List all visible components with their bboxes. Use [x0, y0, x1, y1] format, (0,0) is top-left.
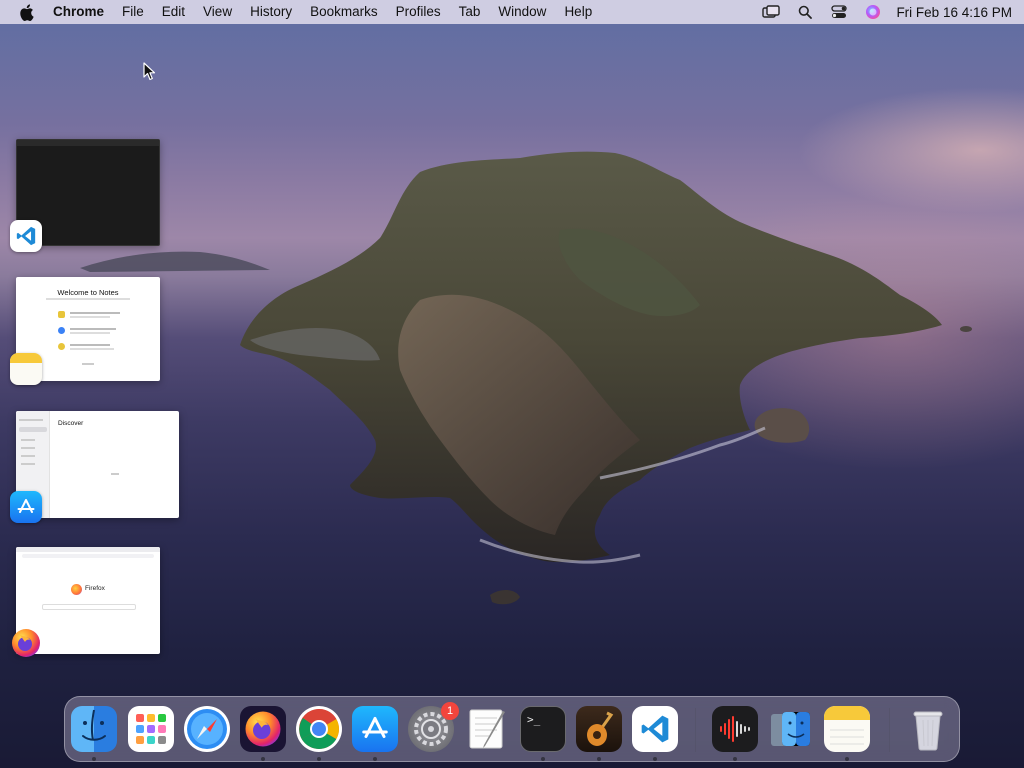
menu-history[interactable]: History	[241, 0, 301, 24]
running-indicator	[845, 757, 849, 761]
running-indicator	[653, 757, 657, 761]
running-indicator	[317, 757, 321, 761]
menu-bookmarks[interactable]: Bookmarks	[301, 0, 387, 24]
terminal-prompt-icon: >_	[527, 713, 541, 726]
siri-icon[interactable]	[856, 0, 890, 24]
mouse-pointer-icon	[143, 62, 156, 81]
menu-clock[interactable]: Fri Feb 16 4:16 PM	[896, 5, 1012, 20]
menu-edit[interactable]: Edit	[153, 0, 194, 24]
menu-app-name[interactable]: Chrome	[44, 0, 113, 24]
control-center-icon[interactable]	[822, 0, 856, 24]
running-indicator	[373, 757, 377, 761]
firefox-newtab-title: Firefox	[85, 585, 105, 592]
menu-file[interactable]: File	[113, 0, 153, 24]
running-indicator	[733, 757, 737, 761]
menu-window[interactable]: Window	[489, 0, 555, 24]
menu-view[interactable]: View	[194, 0, 241, 24]
garageband-icon[interactable]	[576, 706, 622, 752]
screen-mirroring-icon[interactable]	[754, 0, 788, 24]
finder-folder-icon[interactable]	[768, 706, 814, 752]
textedit-icon[interactable]	[464, 706, 510, 752]
running-indicator	[92, 757, 96, 761]
terminal-icon[interactable]: >_	[520, 706, 566, 752]
app-store-discover-title: Discover	[58, 420, 84, 427]
notes-welcome-title: Welcome to Notes	[57, 288, 119, 297]
running-indicator	[261, 757, 265, 761]
finder-icon[interactable]	[71, 706, 117, 752]
menu-help[interactable]: Help	[555, 0, 601, 24]
chrome-icon[interactable]	[296, 706, 342, 752]
voice-memos-icon[interactable]	[712, 706, 758, 752]
notification-badge: 1	[441, 702, 459, 720]
launchpad-icon[interactable]	[128, 706, 174, 752]
app-store-icon	[10, 491, 42, 523]
running-indicator	[597, 757, 601, 761]
dock-separator	[695, 708, 696, 752]
apple-menu-icon[interactable]	[8, 3, 44, 21]
firefox-icon	[10, 627, 42, 659]
firefox-icon[interactable]	[240, 706, 286, 752]
notes-icon	[10, 353, 42, 385]
safari-icon[interactable]	[184, 706, 230, 752]
menu-tab[interactable]: Tab	[450, 0, 490, 24]
search-icon[interactable]	[788, 0, 822, 24]
menu-bar: Chrome File Edit View History Bookmarks …	[0, 0, 1024, 24]
running-indicator	[541, 757, 545, 761]
trash-icon[interactable]	[905, 706, 951, 752]
menu-profiles[interactable]: Profiles	[387, 0, 450, 24]
vscode-icon	[10, 220, 42, 252]
vscode-icon[interactable]	[632, 706, 678, 752]
notes-icon[interactable]	[824, 706, 870, 752]
app-store-icon[interactable]	[352, 706, 398, 752]
dock-separator	[889, 708, 890, 752]
